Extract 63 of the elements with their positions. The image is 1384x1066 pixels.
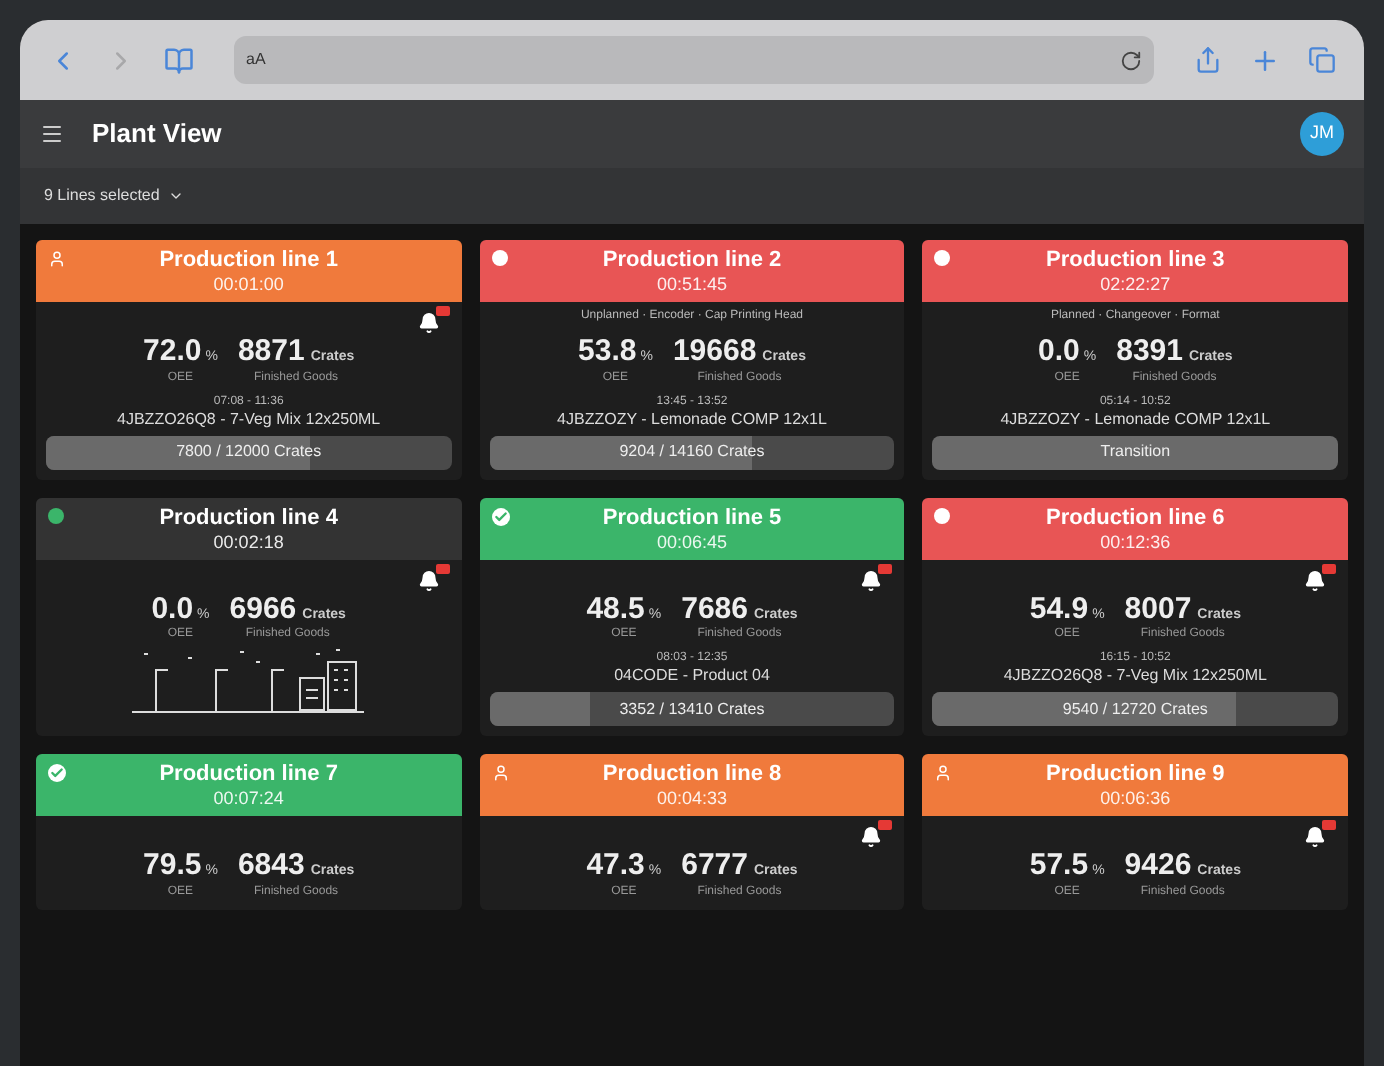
product-name: 4JBZZOZY - Lemonade COMP 12x1L [1000,409,1271,429]
oee-value: 47.3 [586,848,645,882]
menu-icon[interactable] [40,122,64,146]
bell-icon[interactable] [417,306,450,334]
lines-dropdown[interactable]: 9 Lines selected [44,184,184,208]
product-name: 04CODE - Product 04 [614,666,770,686]
progress-label: Transition [1100,440,1171,464]
bell-icon[interactable] [1304,563,1336,591]
crates-count: 19668 [672,334,757,368]
line-name: Production line 5 [602,503,782,531]
oee-value: 53.8 [578,334,637,368]
elapsed-time: 00:12:36 [1100,531,1171,553]
check-icon [48,764,66,782]
oee-value: 0.0 [151,591,194,625]
product-name: 4JBZZO26Q8 - 7-Veg Mix 12x250ML [1003,666,1267,686]
address-bar[interactable]: aA [234,36,1154,84]
product-name: 4JBZZO26Q8 - 7-Veg Mix 12x250ML [117,409,381,429]
crates-count: 9426 [1124,848,1192,882]
elapsed-time: 02:22:27 [1100,274,1171,296]
line-name: Production line 3 [1046,246,1225,274]
oee-value: 48.5 [586,591,645,625]
check-icon [491,507,510,525]
oee-value: 54.9 [1029,591,1089,625]
line-name: Production line 9 [1046,760,1225,788]
elapsed-time: 00:04:33 [656,788,728,810]
oee-value: 0.0 [1038,334,1080,368]
progress-label: 7800 / 12000 Crates [176,440,322,464]
bell-icon[interactable] [417,563,450,591]
bell-icon[interactable] [860,563,893,591]
crates-count: 8391 [1116,334,1183,368]
caret-icon [167,188,184,204]
line-name: Production line 2 [602,246,782,274]
product-name: 4JBZZOZY - Lemonade COMP 12x1L [557,409,827,429]
crates-count: 8871 [237,334,305,368]
bell-icon[interactable] [860,820,893,848]
crates-count: 6777 [681,848,748,882]
crates-count: 6966 [229,591,297,625]
crates-count: 7686 [681,591,748,625]
elapsed-time: 00:07:24 [213,788,284,810]
line-name: Production line 4 [159,503,338,531]
line-name: Production line 1 [159,246,338,274]
oee-value: 79.5 [143,848,202,882]
oee-value: 57.5 [1029,848,1089,882]
progress-label: 9204 / 14160 Crates [619,440,765,464]
person-icon [48,250,66,268]
oee-value: 72.0 [143,334,202,368]
elapsed-time: 00:02:18 [213,531,284,553]
line-name: Production line 8 [602,760,782,788]
person-icon [934,764,953,782]
progress-label: 9540 / 12720 Crates [1062,697,1208,721]
elapsed-time: 00:06:36 [1100,788,1171,810]
elapsed-time: 00:51:45 [656,274,728,296]
bell-icon[interactable] [1304,820,1336,848]
page-title: Plant View [92,116,224,153]
line-name: Production line 7 [159,760,338,788]
progress-label: 3352 / 13410 Crates [619,697,765,721]
reload-icon[interactable] [1120,49,1142,71]
crates-count: 8007 [1124,591,1192,625]
person-icon [491,764,510,782]
elapsed-time: 00:06:45 [656,531,728,553]
line-name: Production line 6 [1046,503,1225,531]
crates-count: 6843 [237,848,305,882]
elapsed-time: 00:01:00 [213,274,284,296]
